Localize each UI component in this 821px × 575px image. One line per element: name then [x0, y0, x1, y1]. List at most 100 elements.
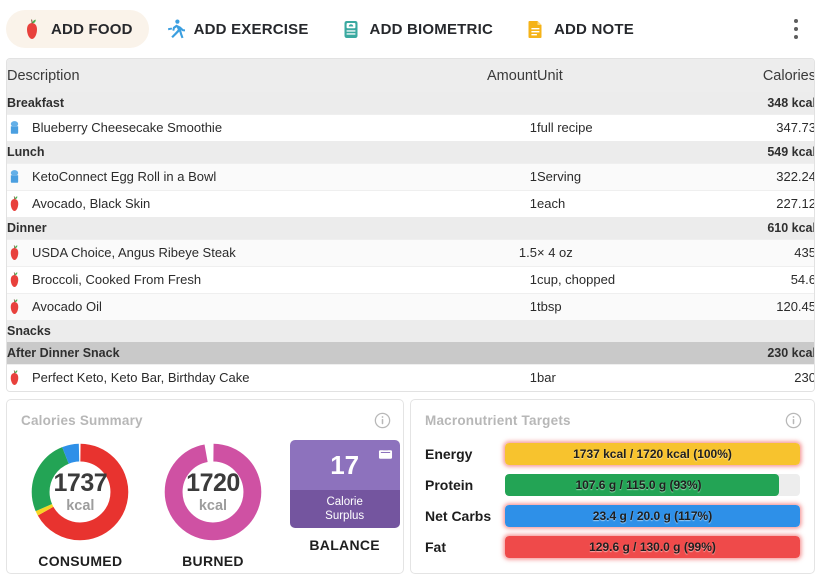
column-header-description: Description: [7, 67, 80, 84]
add-exercise-label: ADD EXERCISE: [193, 20, 309, 38]
burned-donut-chart: 1720 kcal: [161, 440, 265, 544]
food-amount: 1.5: [462, 238, 537, 266]
balance-scale-icon: [378, 447, 392, 459]
macro-row: Net Carbs 23.4 g / 20.0 g (117%): [425, 500, 800, 531]
macro-label: Fat: [425, 538, 446, 555]
meal-section-header[interactable]: Lunch 549 kcal: [7, 141, 814, 163]
meal-section-header[interactable]: Breakfast 348 kcal: [7, 92, 814, 114]
food-unit: each: [537, 189, 702, 217]
recipe-icon: [7, 119, 22, 136]
meal-name: Breakfast: [7, 92, 702, 114]
food-name: USDA Choice, Angus Ribeye Steak: [32, 245, 236, 260]
balance-tile[interactable]: 17 Calorie Surplus: [289, 440, 400, 528]
meal-section-header[interactable]: After Dinner Snack 230 kcal: [7, 342, 814, 364]
meal-kcal: [702, 320, 814, 342]
food-amount: 1: [462, 292, 537, 320]
food-name: Perfect Keto, Keto Bar, Birthday Cake: [32, 370, 250, 386]
food-description-cell: Avocado, Black Skin: [7, 189, 462, 217]
table-row[interactable]: Avocado, Black Skin 1 each 227.12: [7, 189, 814, 217]
meal-name: Dinner: [7, 217, 702, 239]
kebab-menu-icon[interactable]: [785, 17, 807, 41]
balance-status-line1: Calorie: [326, 495, 363, 508]
food-description-cell: Avocado Oil: [7, 292, 462, 320]
add-food-label: ADD FOOD: [51, 20, 133, 38]
add-exercise-button[interactable]: ADD EXERCISE: [149, 10, 325, 48]
table-row[interactable]: Blueberry Cheesecake Smoothie 1 full recip…: [7, 113, 814, 141]
food-description-cell: USDA Choice, Angus Ribeye Steak: [7, 238, 462, 266]
table-row[interactable]: USDA Choice, Angus Ribeye Steak 1.5 × 4 oz…: [7, 238, 814, 266]
food-unit: full recipe: [537, 113, 702, 141]
food-icon: [7, 369, 22, 386]
consumed-value: 1737: [53, 468, 108, 497]
food-name: Avocado Oil: [32, 299, 102, 315]
consumed-donut-chart: 1737 kcal: [28, 440, 132, 544]
food-description-cell: KetoConnect Egg Roll in a Bowl: [7, 162, 462, 190]
food-unit: Serving: [537, 162, 702, 190]
macro-value-text: 23.4 g / 20.0 g (117%): [592, 508, 713, 523]
column-header-calories: Calories: [762, 67, 815, 84]
calories-summary-card: Calories Summary 1737 kcal CONSUMED 1720…: [6, 399, 404, 574]
summary-panels: Calories Summary 1737 kcal CONSUMED 1720…: [6, 399, 815, 574]
add-note-button[interactable]: ADD NOTE: [509, 10, 650, 48]
food-unit: bar: [537, 363, 702, 391]
macro-value-text: 107.6 g / 115.0 g (93%): [575, 477, 702, 492]
food-amount: 1: [462, 162, 537, 190]
burned-caption: BURNED: [182, 553, 244, 569]
apple-icon: [27, 19, 37, 39]
macro-value-text: 129.6 g / 130.0 g (99%): [589, 539, 716, 554]
add-food-button[interactable]: ADD FOOD: [6, 10, 149, 48]
meal-kcal: 348 kcal: [702, 92, 814, 114]
food-name: Avocado, Black Skin: [32, 196, 151, 212]
food-calories: 230: [702, 363, 814, 391]
macro-label: Energy: [425, 445, 473, 462]
food-unit: cup, chopped: [537, 265, 702, 293]
note-icon: [528, 21, 542, 38]
macro-progress-bar: 23.4 g / 20.0 g (117%): [505, 504, 800, 527]
food-calories: 120.45: [702, 292, 814, 320]
add-biometric-button[interactable]: ADD BIOMETRIC: [325, 10, 509, 48]
consumed-donut-cell: 1737 kcal CONSUMED: [21, 440, 140, 569]
food-unit: × 4 oz: [537, 238, 702, 266]
macro-progress-bar: 129.6 g / 130.0 g (99%): [505, 535, 800, 558]
table-row[interactable]: Avocado Oil 1 tbsp 120.45: [7, 292, 814, 320]
food-description-cell: Blueberry Cheesecake Smoothie: [7, 113, 462, 141]
column-header-unit: Unit: [537, 67, 563, 84]
food-icon: [7, 271, 22, 288]
table-row[interactable]: Perfect Keto, Keto Bar, Birthday Cake 1 ba…: [7, 363, 814, 391]
food-amount: 1: [462, 189, 537, 217]
food-calories: 54.6: [702, 265, 814, 293]
add-biometric-label: ADD BIOMETRIC: [369, 20, 493, 38]
table-row[interactable]: KetoConnect Egg Roll in a Bowl 1 Serving 32…: [7, 162, 814, 190]
balance-status: Calorie Surplus: [289, 490, 400, 528]
macro-progress-bar: 107.6 g / 115.0 g (93%): [505, 473, 800, 496]
food-icon: [7, 244, 22, 261]
info-icon[interactable]: [785, 412, 802, 429]
food-unit: tbsp: [537, 292, 702, 320]
food-amount: 1: [462, 363, 537, 391]
consumed-caption: CONSUMED: [38, 553, 123, 569]
burned-unit: kcal: [198, 497, 228, 514]
balance-status-line2: Surplus: [325, 510, 365, 522]
column-header-amount: Amount: [487, 67, 537, 84]
meal-kcal: 610 kcal: [702, 217, 814, 239]
meal-section-header[interactable]: Snacks: [7, 320, 814, 342]
table-row[interactable]: Broccoli, Cooked From Fresh 1 cup, chopped…: [7, 265, 814, 293]
meal-name: Snacks: [7, 320, 702, 342]
consumed-unit: kcal: [66, 497, 95, 514]
info-icon[interactable]: [374, 412, 391, 429]
food-calories: 435: [702, 238, 814, 266]
meal-section-header[interactable]: Dinner 610 kcal: [7, 217, 814, 239]
macro-row: Protein 107.6 g / 115.0 g (93%): [425, 469, 800, 500]
scale-icon: [344, 21, 358, 38]
food-calories: 227.12: [702, 189, 814, 217]
food-log-table: Description Amount Unit Calories Breakfa…: [7, 59, 815, 391]
meal-kcal: 230 kcal: [702, 342, 814, 364]
food-icon: [7, 298, 22, 315]
macro-progress-bar: 1737 kcal / 1720 kcal (100%): [505, 442, 800, 465]
action-toolbar: ADD FOOD ADD EXERCISE ADD BIOMETRIC ADD …: [0, 0, 821, 58]
balance-caption: BALANCE: [309, 537, 380, 553]
meal-name: After Dinner Snack: [7, 342, 702, 364]
food-name: KetoConnect Egg Roll in a Bowl: [32, 169, 217, 184]
macro-label: Protein: [425, 476, 474, 493]
food-name: Broccoli, Cooked From Fresh: [32, 272, 202, 287]
